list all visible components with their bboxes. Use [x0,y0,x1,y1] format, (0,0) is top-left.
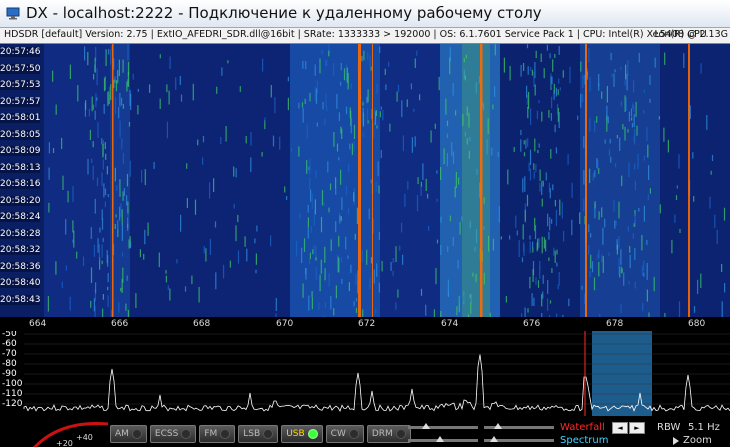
timestamp-label: 20:58:20 [0,195,41,206]
mode-button-cw[interactable]: CW [325,425,364,443]
spectrum-display[interactable]: -50 -60 -70 -80 -90 -100 -110 -120 [0,331,730,416]
mode-button-label: DRM [371,429,393,439]
spectrum-contrast-slider[interactable] [484,436,554,442]
window-title: DX - localhost:2222 - Подключение к удал… [26,4,542,22]
frequency-tick-label: 678 [606,319,624,329]
timestamp-label: 20:58:40 [0,278,41,288]
mode-button-fm[interactable]: FM [199,425,236,443]
smeter-gauge: +20 +40 [32,422,109,447]
gauge-label-40: +40 [76,433,93,442]
waterfall-display[interactable]: 20:57:46 20:57:50 20:57:53 20:57:57 20:58:01… [0,44,730,317]
frequency-axis[interactable]: 664 666 668 670 672 674 676 678 680 [0,317,730,331]
rbw-prev-button[interactable]: ◄ [612,422,628,434]
mode-led-icon [395,429,406,439]
info-text: HDSDR [default] Version: 2.75 | ExtIO_AF… [4,29,707,40]
rbw-label: RBW [657,422,681,433]
rbw-nav: ◄ ► [612,422,645,434]
frequency-tick-label: 664 [29,319,47,329]
mode-led-icon [348,429,359,439]
rbw-value: 5.1 Hz [688,422,720,433]
zoom-arrow-icon[interactable] [673,437,679,445]
timestamp-label: 20:58:09 [0,146,41,156]
mode-buttons: AM ECSS FM LSB USB CW DRM [110,425,411,443]
bottom-controls: +20 +40 AM ECSS FM LSB USB CW DRM Waterfall Sp… [0,416,730,447]
frequency-tick-label: 666 [111,319,129,329]
waterfall-contrast-slider[interactable] [484,423,554,429]
mode-button-label: AM [115,429,129,439]
mode-led-icon [263,429,274,439]
db-label: -120 [2,399,23,409]
mode-led-icon [307,429,318,439]
timestamp-label: 20:57:57 [0,96,41,107]
status-infobar: HDSDR [default] Version: 2.75 | ExtIO_AF… [0,28,730,44]
mode-button-label: ECSS [154,429,179,439]
gauge-label-20: +20 [56,439,73,447]
timestamp-label: 20:58:32 [0,245,41,255]
timestamp-label: 20:58:28 [0,228,41,239]
frequency-tick-label: 672 [358,319,376,329]
mode-button-label: FM [204,429,218,439]
mode-button-lsb[interactable]: LSB [238,425,279,443]
waterfall-level-slider[interactable] [408,423,478,429]
timestamp-label: 20:57:53 [0,80,41,90]
waterfall-label[interactable]: Waterfall [560,422,605,433]
frequency-tick-label: 680 [688,319,706,329]
db-label: -60 [2,339,17,349]
frequency-tick-label: 668 [193,319,211,329]
db-label: -50 [2,331,17,339]
db-label: -100 [2,379,23,389]
db-label: -70 [2,349,17,359]
mode-led-icon [131,429,142,439]
timestamp-label: 20:58:24 [0,212,41,222]
timestamp-label: 20:58:43 [0,294,41,305]
mode-button-label: CW [330,429,346,439]
rbw-next-button[interactable]: ► [629,422,645,434]
window-titlebar: DX - localhost:2222 - Подключение к удал… [0,0,730,28]
timestamp-label: 20:58:01 [0,113,41,123]
waterfall-canvas[interactable] [0,44,730,317]
mode-led-icon [220,429,231,439]
remote-desktop-icon [6,7,20,20]
db-label: -80 [2,359,17,369]
spectrum-canvas[interactable] [0,331,730,416]
mode-button-label: USB [286,429,305,439]
mode-button-am[interactable]: AM [110,425,147,443]
waterfall-timestamps: 20:57:46 20:57:50 20:57:53 20:57:57 20:58:01… [0,44,44,317]
mode-button-drm[interactable]: DRM [366,425,411,443]
timestamp-label: 20:58:36 [0,261,41,272]
spectrum-level-slider[interactable] [408,436,478,442]
info-cpu-text: L5408 @ 2.13G [654,29,728,40]
timestamp-label: 20:57:50 [0,63,41,74]
timestamp-label: 20:58:16 [0,179,41,189]
mode-button-label: LSB [243,429,261,439]
spectrum-label[interactable]: Spectrum [560,435,608,446]
zoom-label: Zoom [683,435,712,446]
frequency-tick-label: 674 [441,319,459,329]
frequency-tick-label: 676 [523,319,541,329]
mode-button-ecss[interactable]: ECSS [149,425,197,443]
timestamp-label: 20:57:46 [0,47,41,57]
frequency-tick-label: 670 [276,319,294,329]
mode-led-icon [181,429,192,439]
db-label: -110 [2,389,23,399]
db-label: -90 [2,369,17,379]
mode-button-usb[interactable]: USB [281,425,323,443]
timestamp-label: 20:58:13 [0,162,41,173]
timestamp-label: 20:58:05 [0,129,41,140]
